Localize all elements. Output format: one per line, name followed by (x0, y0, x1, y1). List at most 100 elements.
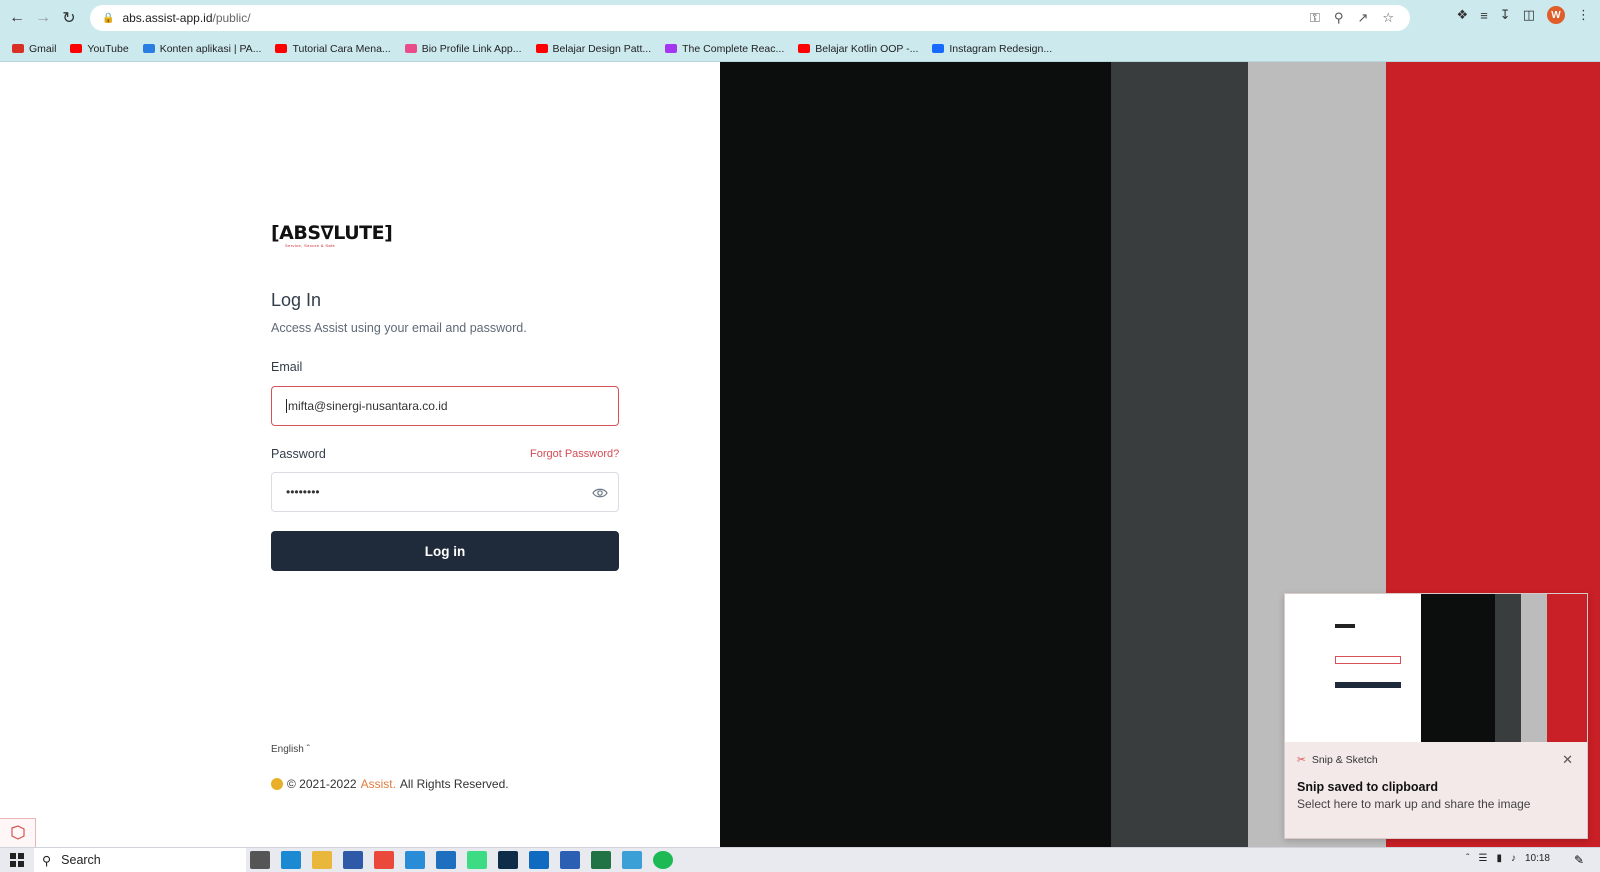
snip-thumbnail (1285, 594, 1587, 742)
browser-toolbar: ← → ↻ 🔒 abs.assist-app.id/public/ ⚿ ⚲ ↗ … (0, 0, 1600, 36)
reading-list-icon[interactable]: ≡ (1480, 8, 1488, 23)
bookmark-label: The Complete Reac... (682, 42, 785, 55)
bookmark-label: YouTube (87, 42, 129, 55)
email-value: mifta@sinergi-nusantara.co.id (288, 399, 448, 413)
task-view-icon[interactable] (250, 851, 270, 869)
edge-icon[interactable] (281, 851, 301, 869)
hero-stripe-1 (720, 62, 1111, 847)
spotify-icon[interactable] (653, 851, 673, 869)
chrome-icon[interactable] (374, 851, 394, 869)
forgot-password-link[interactable]: Forgot Password? (530, 448, 619, 460)
snip-sketch-icon: ✂ (1297, 754, 1306, 766)
coin-icon (271, 778, 283, 790)
gmail-icon (12, 44, 24, 53)
network-icon[interactable]: ☰ (1478, 853, 1487, 864)
reload-icon[interactable]: ↻ (56, 5, 82, 31)
battery-icon[interactable]: ▮ (1496, 853, 1502, 864)
notification-icon[interactable]: ✎ (1574, 853, 1584, 867)
page-title: Log In (271, 290, 322, 310)
key-icon[interactable]: ⚿ (1310, 10, 1320, 26)
forward-icon[interactable]: → (30, 5, 56, 31)
laravel-badge-icon[interactable] (0, 818, 36, 848)
windows-start-icon[interactable] (10, 853, 24, 872)
back-icon[interactable]: ← (4, 5, 30, 31)
bookmark-item[interactable]: Belajar Kotlin OOP -... (798, 43, 918, 55)
copyright-prefix: © 2021-2022 (287, 777, 357, 791)
bookmark-label: Bio Profile Link App... (421, 42, 522, 55)
login-button[interactable]: Log in (271, 531, 619, 571)
bookmark-item[interactable]: Gmail (12, 43, 56, 55)
copyright: © 2021-2022 Assist. All Rights Reserved. (271, 777, 509, 791)
profile-avatar[interactable]: W (1547, 6, 1565, 24)
store-icon[interactable] (343, 851, 363, 869)
close-icon[interactable]: ✕ (1562, 752, 1573, 768)
password-label: Password (271, 447, 326, 461)
extensions-icon[interactable]: ❖ (1457, 7, 1469, 23)
taskbar-apps (250, 851, 673, 869)
email-field[interactable]: mifta@sinergi-nusantara.co.id (271, 386, 619, 426)
android-studio-icon[interactable] (467, 851, 487, 869)
mail-icon[interactable] (436, 851, 456, 869)
bookmark-item[interactable]: Bio Profile Link App... (404, 42, 522, 55)
file-explorer-icon[interactable] (312, 851, 332, 869)
download-icon[interactable]: ↧ (1500, 7, 1511, 23)
login-panel: [ABS∇LUTE] Service, Secure & Safe Log In… (0, 62, 720, 848)
lock-icon: 🔒 (102, 12, 115, 24)
bookmark-label: Gmail (29, 42, 57, 55)
bookmark-item[interactable]: YouTube (70, 42, 129, 55)
bookmark-label: Belajar Design Patt... (552, 42, 652, 55)
hero-stripe-2 (1111, 62, 1248, 847)
toast-app-name: ✂ Snip & Sketch (1297, 754, 1378, 766)
toast-title: Snip saved to clipboard (1297, 780, 1438, 794)
bookmark-item[interactable]: Konten aplikasi | PA... (142, 43, 261, 55)
share-icon[interactable]: ↗ (1357, 10, 1368, 26)
bookmark-item[interactable]: Instagram Redesign... (932, 43, 1052, 55)
vscode-icon[interactable] (405, 851, 425, 869)
side-panel-icon[interactable]: ◫ (1523, 7, 1535, 23)
password-value: •••••••• (286, 485, 320, 499)
bookmark-star-icon[interactable]: ☆ (1382, 10, 1394, 26)
bookmark-item[interactable]: Belajar Design Patt... (535, 42, 652, 55)
snip-notification[interactable]: ✂ Snip & Sketch ✕ Snip saved to clipboar… (1284, 593, 1588, 839)
youtube-icon (798, 44, 811, 53)
language-selector[interactable]: English ˆ (271, 744, 310, 755)
menu-icon[interactable]: ⋮ (1577, 7, 1590, 23)
absolute-logo: [ABS∇LUTE] Service, Secure & Safe (271, 222, 393, 254)
text-caret (286, 399, 287, 413)
toast-message: Select here to mark up and share the ima… (1297, 797, 1531, 811)
system-tray: ˆ ☰ ▮ ♪ 10:18 (1466, 853, 1550, 864)
word-icon[interactable] (560, 851, 580, 869)
photoshop-icon[interactable] (498, 851, 518, 869)
behance-icon (932, 44, 945, 53)
search-icon: ⚲ (42, 853, 52, 868)
bookmark-item[interactable]: The Complete Reac... (665, 43, 784, 55)
taskbar-search[interactable]: ⚲ Search (34, 848, 246, 872)
chevron-up-icon: ˆ (306, 744, 310, 755)
url-path: /public/ (212, 11, 251, 25)
logo-tagline: Service, Secure & Safe (285, 243, 336, 248)
toast-app-label: Snip & Sketch (1311, 754, 1378, 766)
snip-sketch-taskbar-icon[interactable] (622, 851, 642, 869)
password-field[interactable]: •••••••• (271, 472, 619, 512)
page-subtitle: Access Assist using your email and passw… (271, 321, 527, 335)
taskbar-search-label: Search (61, 853, 101, 867)
youtube-icon (70, 44, 83, 53)
zoom-icon[interactable]: ⚲ (1334, 10, 1344, 26)
chevron-up-icon[interactable]: ˆ (1466, 853, 1469, 864)
eye-icon[interactable] (592, 485, 608, 501)
clock[interactable]: 10:18 (1525, 853, 1550, 864)
bookmark-label: Instagram Redesign... (949, 42, 1053, 55)
udemy-icon (665, 44, 678, 53)
youtube-icon (275, 44, 288, 53)
copyright-suffix: All Rights Reserved. (399, 777, 509, 791)
bookmark-label: Tutorial Cara Mena... (292, 42, 391, 55)
play-console-icon (142, 44, 155, 53)
volume-icon[interactable]: ♪ (1511, 853, 1516, 864)
address-bar[interactable]: 🔒 abs.assist-app.id/public/ ⚿ ⚲ ↗ ☆ (90, 5, 1410, 31)
excel-icon[interactable] (591, 851, 611, 869)
outlook-icon[interactable] (529, 851, 549, 869)
bookmarks-bar: Gmail YouTube Konten aplikasi | PA... Tutor… (0, 36, 1600, 62)
bookmark-item[interactable]: Tutorial Cara Mena... (275, 42, 391, 55)
bookmark-label: Belajar Kotlin OOP -... (815, 42, 919, 55)
taskbar: ⚲ Search ˆ ☰ ▮ ♪ 10:18 ✎ (0, 847, 1600, 872)
